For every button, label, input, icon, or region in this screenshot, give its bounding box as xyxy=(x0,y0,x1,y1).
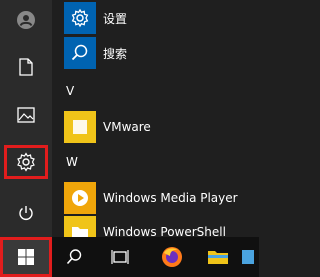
group-header-v[interactable]: V xyxy=(66,84,74,98)
pictures-button[interactable] xyxy=(4,98,48,132)
task-view-icon xyxy=(111,250,129,264)
user-icon xyxy=(17,11,35,29)
task-view-button[interactable] xyxy=(102,237,138,277)
firefox-taskbar-button[interactable] xyxy=(152,237,192,277)
taskbar xyxy=(0,237,259,277)
file-explorer-taskbar-button[interactable] xyxy=(200,237,236,277)
documents-button[interactable] xyxy=(4,50,48,84)
user-account-button[interactable] xyxy=(4,3,48,37)
settings-button[interactable] xyxy=(4,145,48,179)
windows-logo-icon xyxy=(18,249,34,265)
document-icon xyxy=(19,58,33,76)
app-item-windows-media-player[interactable]: Windows Media Player xyxy=(64,181,238,215)
vmware-icon xyxy=(64,111,96,143)
taskbar-search-button[interactable] xyxy=(56,237,92,277)
file-explorer-icon xyxy=(208,251,228,264)
taskbar-app-button[interactable] xyxy=(240,237,259,277)
gear-icon xyxy=(17,152,35,172)
app-icon xyxy=(242,250,254,264)
app-item-vmware[interactable]: VMware xyxy=(64,110,151,144)
pictures-icon xyxy=(17,107,35,123)
search-icon xyxy=(64,37,96,69)
app-item-search[interactable]: 搜索 xyxy=(64,36,127,70)
app-label: 搜索 xyxy=(103,46,128,61)
start-button[interactable] xyxy=(0,237,52,277)
search-icon xyxy=(66,249,82,265)
media-player-icon xyxy=(64,182,96,214)
group-header-w[interactable]: W xyxy=(66,155,78,169)
power-button[interactable] xyxy=(4,196,48,230)
power-icon xyxy=(19,206,33,220)
app-list: 设置 搜索 V VMware W Windows Media Player Wi… xyxy=(52,0,259,248)
app-item-settings[interactable]: 设置 xyxy=(64,1,127,35)
app-label: 设置 xyxy=(103,11,128,26)
firefox-icon xyxy=(162,247,182,267)
app-label: Windows Media Player xyxy=(103,191,238,205)
gear-icon xyxy=(64,2,96,34)
start-menu-rail xyxy=(0,0,52,237)
app-label: VMware xyxy=(103,120,151,134)
